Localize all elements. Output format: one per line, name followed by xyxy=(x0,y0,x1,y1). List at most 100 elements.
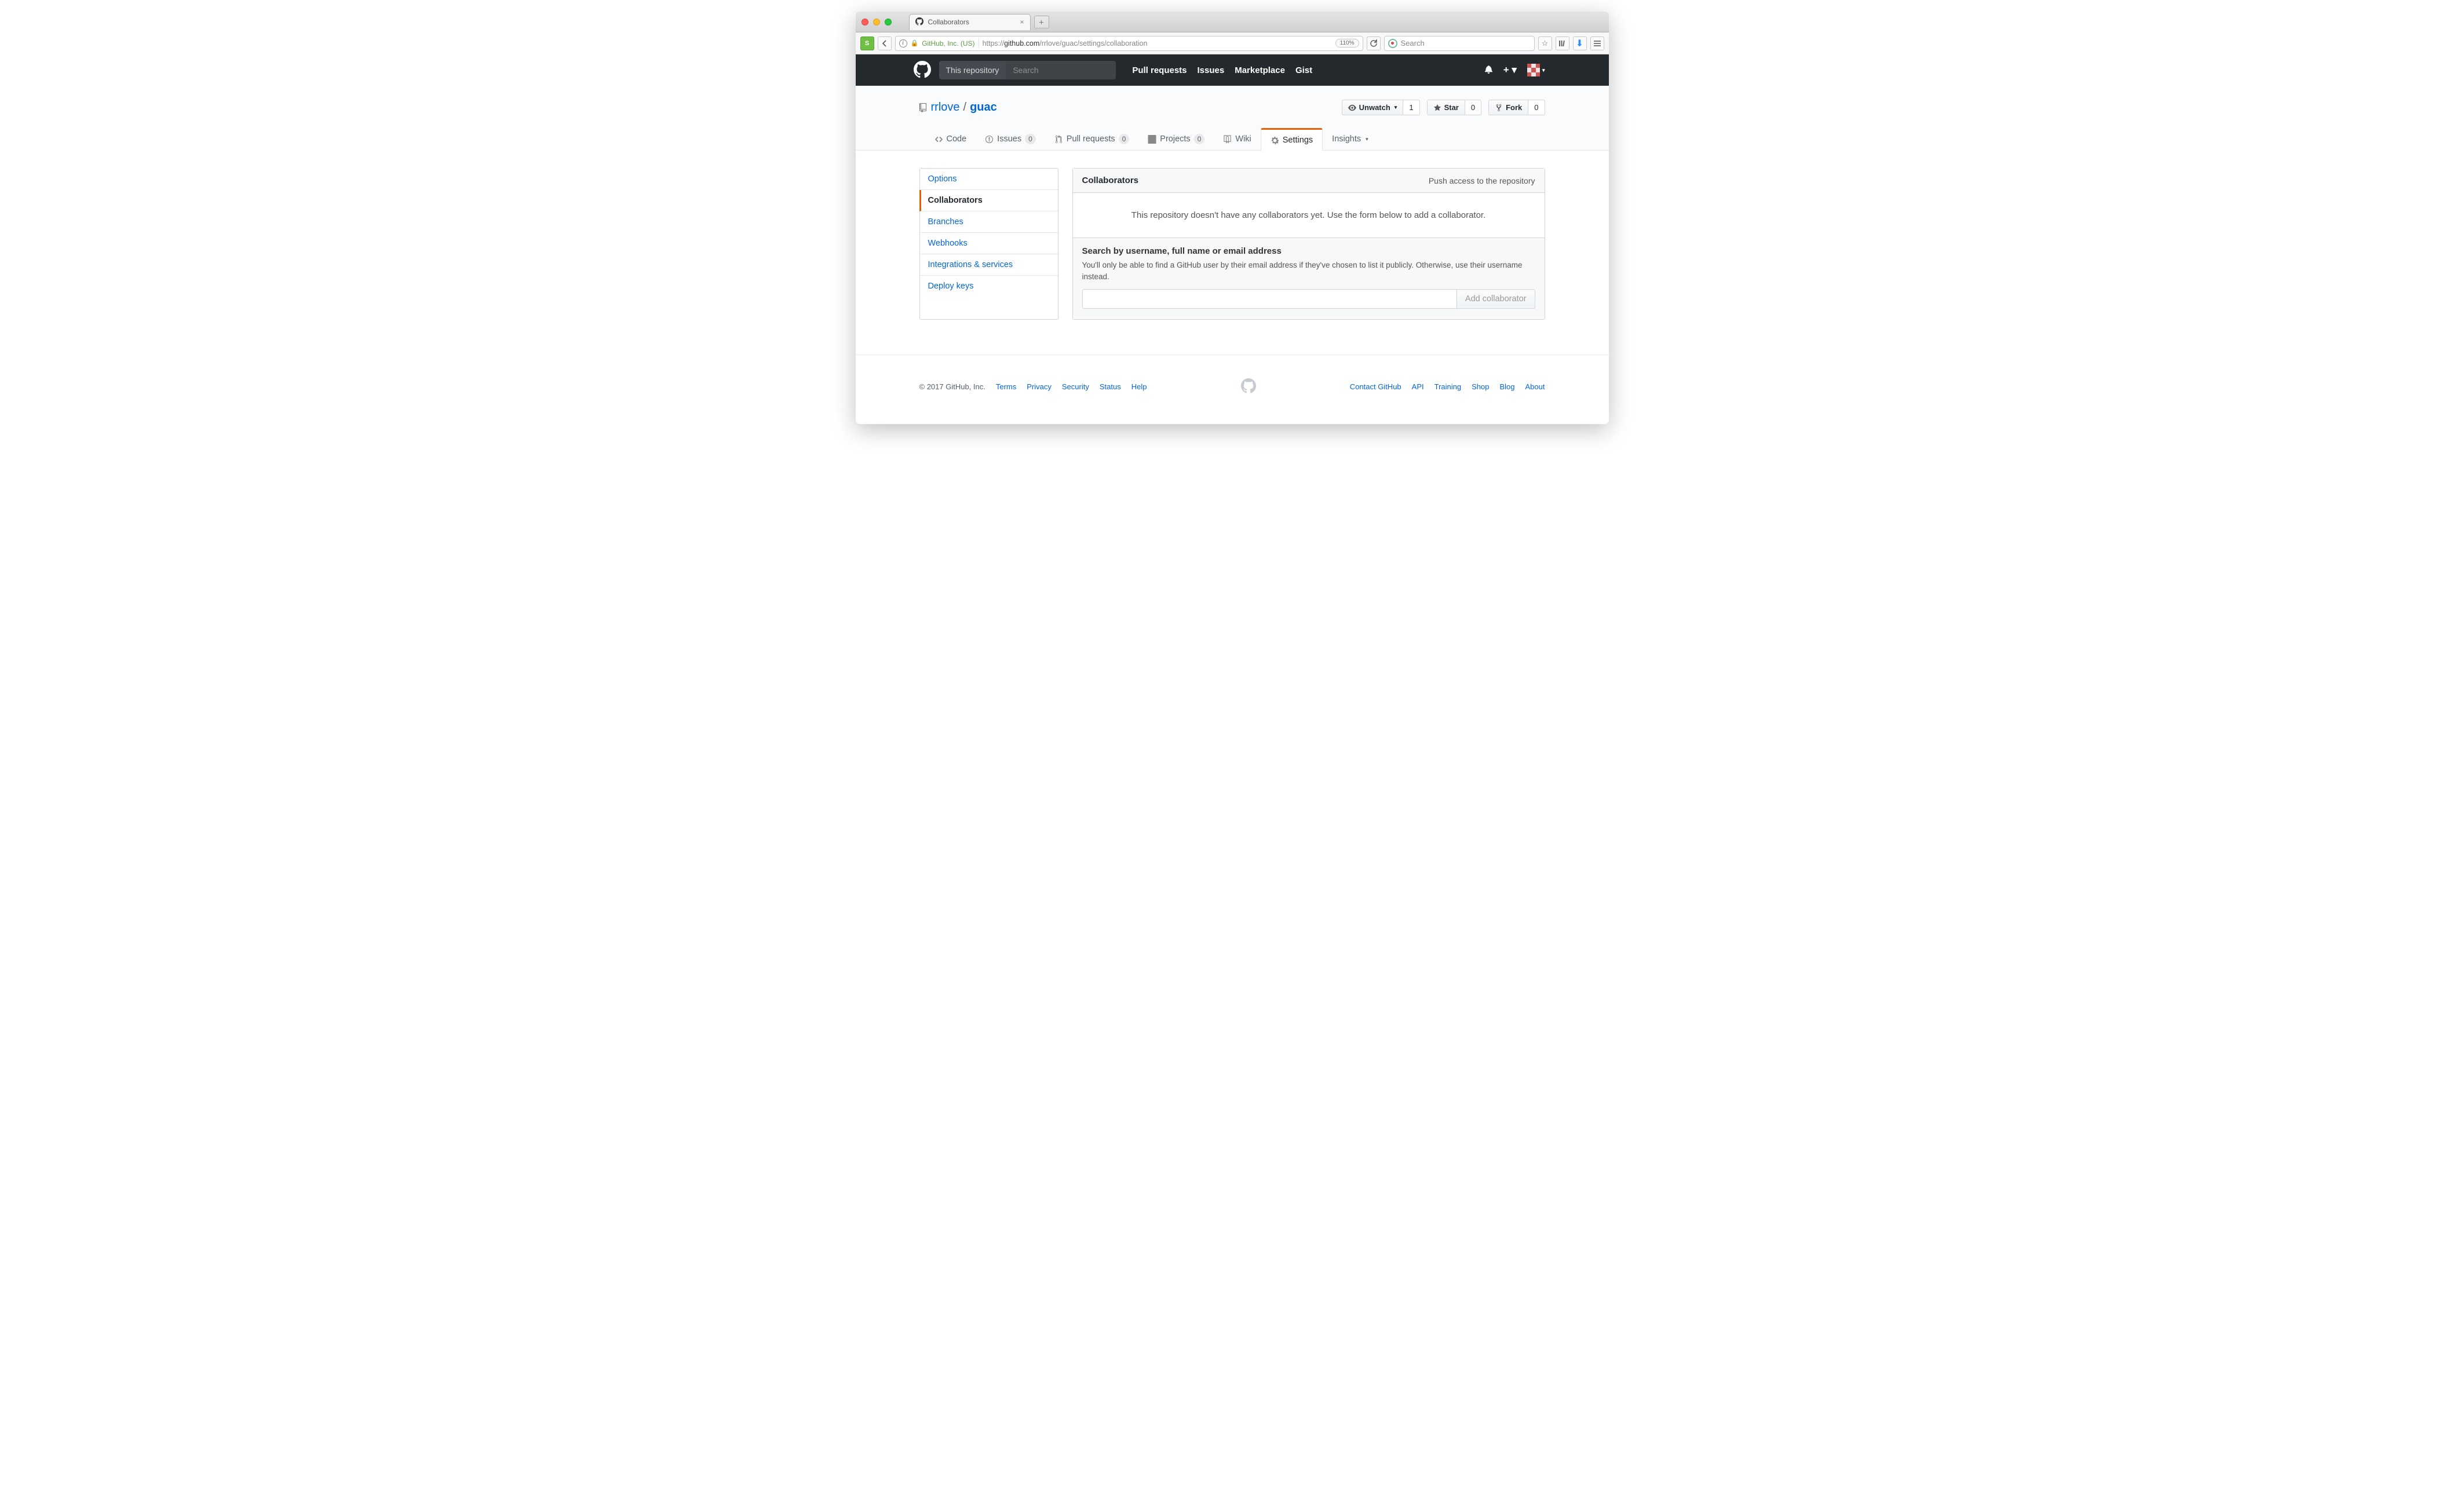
star-button[interactable]: Star xyxy=(1427,100,1465,115)
star-control: Star 0 xyxy=(1427,100,1482,115)
footer-link-privacy[interactable]: Privacy xyxy=(1027,382,1052,391)
minimize-window-button[interactable] xyxy=(873,19,880,25)
add-collaborator-button[interactable]: Add collaborator xyxy=(1457,289,1535,309)
search-provider-icon xyxy=(1388,39,1397,48)
browser-search-bar[interactable]: Search xyxy=(1384,36,1535,51)
footer-link-help[interactable]: Help xyxy=(1131,382,1147,391)
notifications-icon[interactable] xyxy=(1484,65,1493,75)
watchers-count[interactable]: 1 xyxy=(1403,100,1419,115)
github-logo-icon[interactable] xyxy=(914,61,931,80)
footer-link-about[interactable]: About xyxy=(1525,382,1545,391)
sidebar-item-options[interactable]: Options xyxy=(920,169,1058,190)
sidebar-item-webhooks[interactable]: Webhooks xyxy=(920,233,1058,254)
new-tab-button[interactable]: + xyxy=(1034,16,1049,28)
search-placeholder: Search xyxy=(1401,39,1425,48)
tab-projects[interactable]: Projects 0 xyxy=(1138,128,1214,150)
collaborators-empty-state: This repository doesn't have any collabo… xyxy=(1073,193,1545,238)
search-heading: Search by username, full name or email a… xyxy=(1082,246,1535,256)
footer-link-status[interactable]: Status xyxy=(1100,382,1121,391)
panel-title: Collaborators xyxy=(1082,176,1139,185)
github-mark-icon[interactable] xyxy=(1241,378,1256,395)
fork-control: Fork 0 xyxy=(1488,100,1545,115)
repo-name-link[interactable]: guac xyxy=(970,101,997,114)
header-right: + ▾ ▾ xyxy=(1484,64,1597,76)
stars-count[interactable]: 0 xyxy=(1465,100,1481,115)
extension-badge-icon[interactable]: S xyxy=(860,36,874,50)
add-collaborator-form: Search by username, full name or email a… xyxy=(1073,238,1545,319)
panel-subtitle: Push access to the repository xyxy=(1429,176,1535,185)
header-search: This repository xyxy=(939,61,1116,79)
tab-insights[interactable]: Insights▾ xyxy=(1323,128,1378,150)
site-identity: GitHub, Inc. (US) xyxy=(922,39,974,48)
github-header: This repository Pull requests Issues Mar… xyxy=(856,54,1609,86)
reload-button[interactable] xyxy=(1367,36,1381,50)
header-search-input[interactable] xyxy=(1006,61,1116,79)
prs-count-badge: 0 xyxy=(1119,134,1130,144)
tab-wiki[interactable]: Wiki xyxy=(1214,128,1260,150)
browser-tab-title: Collaborators xyxy=(928,18,969,26)
sidebar-item-deploy-keys[interactable]: Deploy keys xyxy=(920,276,1058,297)
create-new-dropdown[interactable]: + ▾ xyxy=(1503,64,1517,76)
sidebar-item-collaborators[interactable]: Collaborators xyxy=(919,190,1058,211)
close-tab-icon[interactable]: × xyxy=(1020,18,1024,26)
site-info-icon[interactable]: i xyxy=(899,39,907,48)
bookmark-button[interactable]: ☆ xyxy=(1538,36,1552,50)
footer-link-training[interactable]: Training xyxy=(1434,382,1461,391)
hamburger-menu-button[interactable] xyxy=(1590,36,1604,50)
projects-count-badge: 0 xyxy=(1194,134,1205,144)
back-button[interactable] xyxy=(878,36,892,50)
window-titlebar: Collaborators × + xyxy=(856,12,1609,32)
watch-control: Unwatch▾ 1 xyxy=(1342,100,1420,115)
tab-pull-requests[interactable]: Pull requests 0 xyxy=(1045,128,1139,150)
footer-link-blog[interactable]: Blog xyxy=(1499,382,1514,391)
nav-gist[interactable]: Gist xyxy=(1295,65,1312,75)
avatar-icon xyxy=(1527,64,1540,76)
traffic-lights xyxy=(862,19,892,25)
repo-owner-link[interactable]: rrlove xyxy=(931,101,960,114)
nav-issues[interactable]: Issues xyxy=(1198,65,1225,75)
footer-link-shop[interactable]: Shop xyxy=(1472,382,1489,391)
sidebar-item-branches[interactable]: Branches xyxy=(920,211,1058,233)
footer-link-api[interactable]: API xyxy=(1412,382,1424,391)
browser-tab[interactable]: Collaborators × xyxy=(909,14,1031,30)
url-text: https://github.com/rrlove/guac/settings/… xyxy=(983,39,1148,48)
footer-link-security[interactable]: Security xyxy=(1062,382,1089,391)
repo-head: rrlove / guac Unwatch▾ 1 Star xyxy=(856,86,1609,151)
footer-link-terms[interactable]: Terms xyxy=(996,382,1016,391)
tab-issues[interactable]: Issues 0 xyxy=(976,128,1045,150)
site-footer: © 2017 GitHub, Inc. Terms Privacy Securi… xyxy=(919,355,1545,424)
nav-marketplace[interactable]: Marketplace xyxy=(1235,65,1285,75)
tab-settings[interactable]: Settings xyxy=(1261,128,1323,151)
downloads-button[interactable]: ⬇ xyxy=(1573,36,1587,50)
library-button[interactable] xyxy=(1556,36,1569,50)
close-window-button[interactable] xyxy=(862,19,868,25)
header-nav: Pull requests Issues Marketplace Gist xyxy=(1132,65,1312,75)
zoom-window-button[interactable] xyxy=(885,19,892,25)
issues-count-badge: 0 xyxy=(1025,134,1036,144)
search-scope-label[interactable]: This repository xyxy=(939,61,1006,79)
collaborators-box: Collaborators Push access to the reposit… xyxy=(1072,168,1545,320)
search-help-text: You'll only be able to find a GitHub use… xyxy=(1082,260,1535,282)
browser-toolbar: S i 🔒 GitHub, Inc. (US) https://github.c… xyxy=(856,32,1609,54)
zoom-indicator[interactable]: 110% xyxy=(1335,39,1359,48)
settings-sidebar: Options Collaborators Branches Webhooks … xyxy=(919,168,1058,320)
empty-state-text: This repository doesn't have any collabo… xyxy=(1131,210,1486,220)
tab-code[interactable]: Code xyxy=(925,128,976,150)
lock-icon: 🔒 xyxy=(911,39,919,47)
address-bar[interactable]: i 🔒 GitHub, Inc. (US) https://github.com… xyxy=(895,36,1363,51)
repo-title: rrlove / guac xyxy=(918,101,997,114)
nav-pull-requests[interactable]: Pull requests xyxy=(1132,65,1187,75)
repo-nav: Code Issues 0 Pull requests 0 Projects 0 xyxy=(919,128,1378,150)
footer-copyright: © 2017 GitHub, Inc. xyxy=(919,382,985,391)
sidebar-item-integrations[interactable]: Integrations & services xyxy=(920,254,1058,276)
fork-button[interactable]: Fork xyxy=(1488,100,1528,115)
github-favicon-icon xyxy=(915,17,923,27)
collaborator-search-input[interactable] xyxy=(1082,289,1457,309)
repo-separator: / xyxy=(963,101,967,114)
forks-count[interactable]: 0 xyxy=(1528,100,1545,115)
footer-link-contact[interactable]: Contact GitHub xyxy=(1350,382,1401,391)
user-menu[interactable]: ▾ xyxy=(1527,64,1545,76)
repo-icon xyxy=(918,103,928,112)
unwatch-button[interactable]: Unwatch▾ xyxy=(1342,100,1404,115)
collaborators-header: Collaborators Push access to the reposit… xyxy=(1073,169,1545,193)
